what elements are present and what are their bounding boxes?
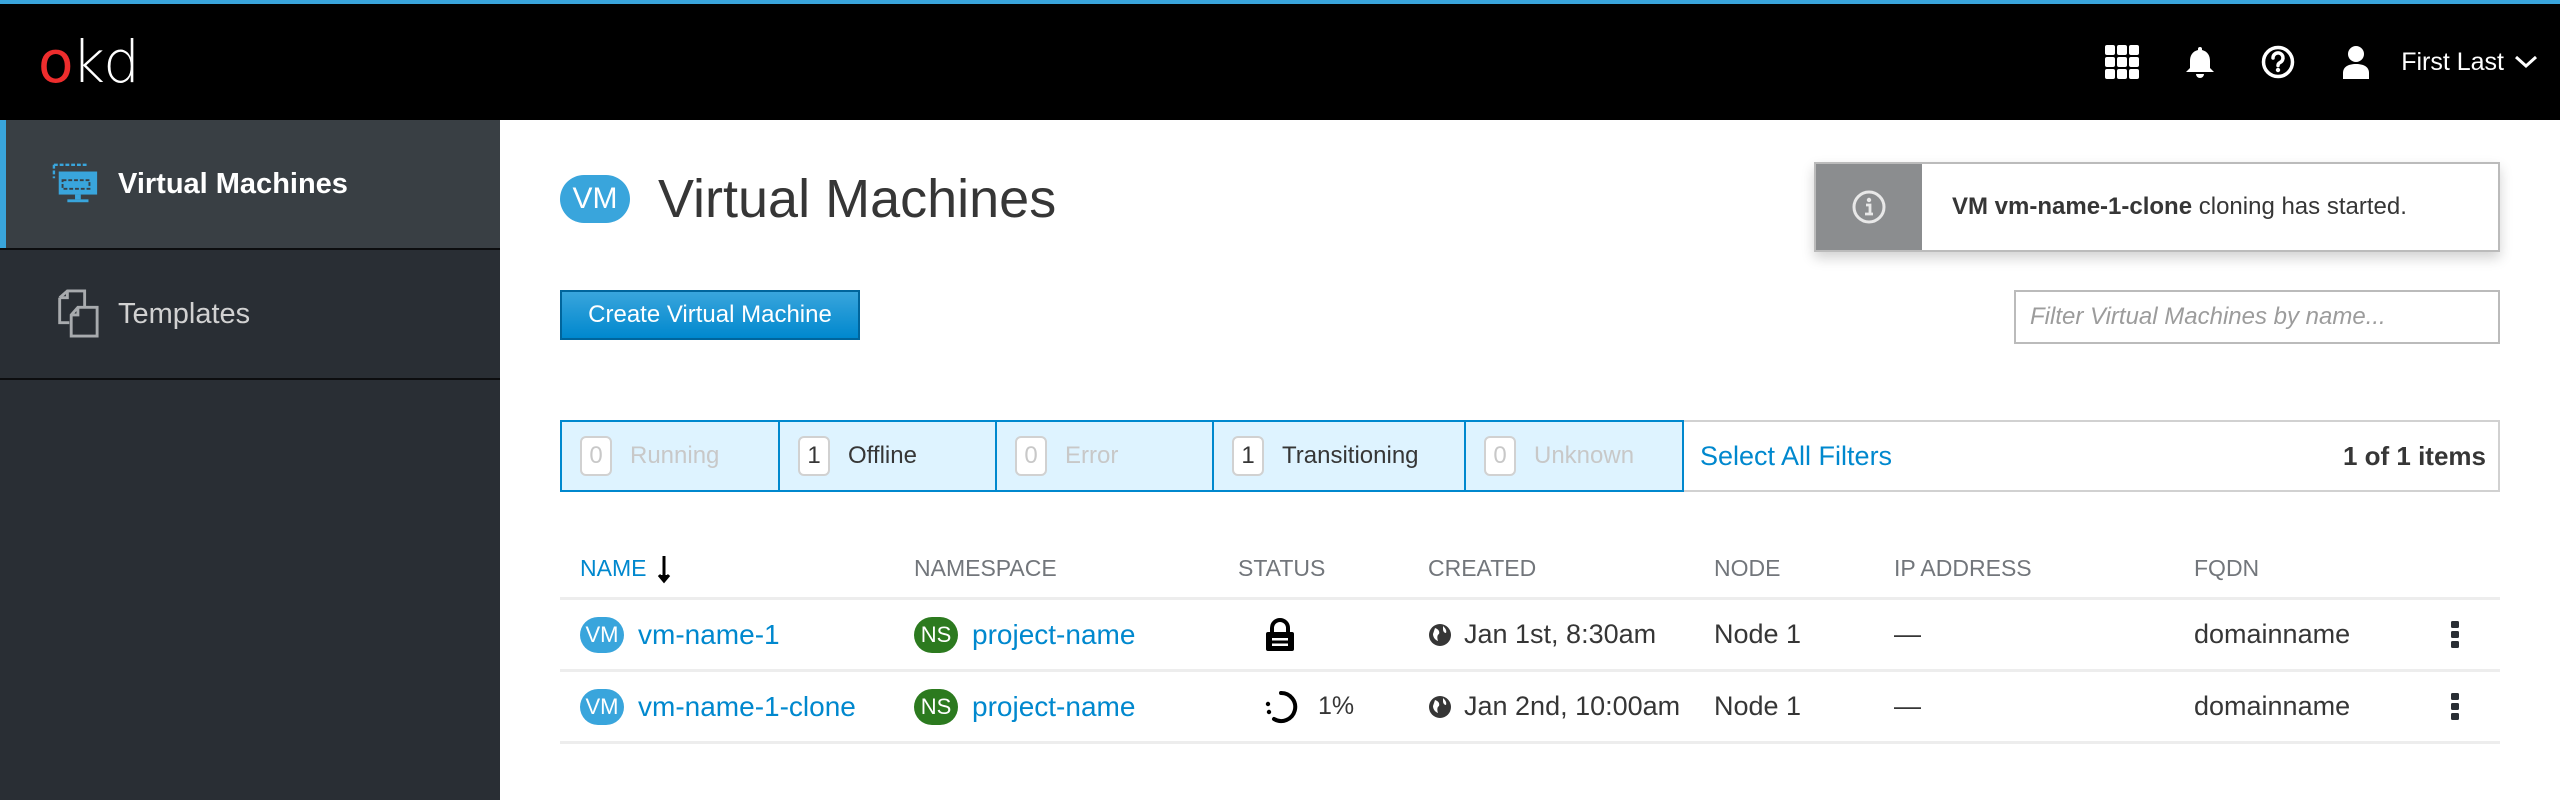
cell-name: VM vm-name-1 xyxy=(560,616,914,653)
table-header: NAME NAMESPACE STATUS CREATED NODE IP AD… xyxy=(560,540,2500,600)
column-header-namespace[interactable]: NAMESPACE xyxy=(914,555,1238,582)
cell-ip-address: — xyxy=(1894,691,1921,721)
filter-transitioning[interactable]: 1 Transitioning xyxy=(1212,420,1466,492)
page-header: VM Virtual Machines xyxy=(560,168,1056,230)
user-icon xyxy=(2343,46,2370,79)
ns-badge: NS xyxy=(914,616,958,653)
chevron-down-icon[interactable] xyxy=(2514,54,2538,70)
cell-node: Node 1 xyxy=(1714,691,1802,721)
cell-fqdn: domainname xyxy=(2194,691,2351,721)
sidebar-item-virtual-machines[interactable]: Virtual Machines xyxy=(0,120,500,250)
lock-icon xyxy=(1264,617,1296,652)
spinner-icon xyxy=(1264,690,1298,724)
logo-kd: kd xyxy=(71,28,140,96)
info-icon xyxy=(1852,190,1886,224)
sidebar-item-templates[interactable]: Templates xyxy=(0,250,500,380)
info-toast-notification: VM vm-name-1-clone cloning has started. xyxy=(1814,162,2500,252)
filter-count: 0 xyxy=(1484,436,1516,476)
namespace-link[interactable]: project-name xyxy=(972,619,1135,651)
column-header-ip-address[interactable]: IP ADDRESS xyxy=(1894,555,2194,582)
created-date: Jan 2nd, 10:00am xyxy=(1464,691,1681,721)
column-header-created[interactable]: CREATED xyxy=(1428,555,1714,582)
cell-created: Jan 1st, 8:30am xyxy=(1428,619,1714,650)
globe-icon xyxy=(1428,695,1452,719)
filter-unknown[interactable]: 0 Unknown xyxy=(1464,420,1684,492)
sidebar: Virtual Machines Templates xyxy=(0,120,500,800)
cell-status xyxy=(1238,617,1428,652)
vm-badge: VM xyxy=(580,688,624,725)
cell-fqdn: domainname xyxy=(2194,619,2351,649)
status-filter-bar: 0 Running 1 Offline 0 Error 1 Transition… xyxy=(560,420,2500,492)
app-launcher-icon xyxy=(2105,45,2140,79)
column-header-name[interactable]: NAME xyxy=(560,554,914,584)
create-virtual-machine-button[interactable]: Create Virtual Machine xyxy=(560,290,860,340)
kebab-menu-icon xyxy=(2451,692,2459,720)
logo-o: o xyxy=(38,28,73,96)
table-row: VM vm-name-1 NS project-name Jan 1st, 8:… xyxy=(560,600,2500,672)
toast-message-text: cloning has started. xyxy=(2192,193,2407,220)
vm-resource-badge: VM xyxy=(560,175,630,223)
user-menu-toggle[interactable]: First Last xyxy=(2401,48,2504,77)
column-header-fqdn[interactable]: FQDN xyxy=(2194,555,2410,582)
filter-count: 1 xyxy=(798,436,830,476)
created-date: Jan 1st, 8:30am xyxy=(1464,619,1657,649)
table-row: VM vm-name-1-clone NS project-name 1% Ja… xyxy=(560,672,2500,744)
okd-logo[interactable]: o kd xyxy=(38,28,140,96)
filter-label: Running xyxy=(630,442,720,469)
filter-offline[interactable]: 1 Offline xyxy=(778,420,997,492)
column-header-node[interactable]: NODE xyxy=(1714,555,1894,582)
ns-badge: NS xyxy=(914,688,958,725)
app-launcher-button[interactable] xyxy=(2083,4,2161,120)
sort-descending-icon xyxy=(658,555,671,583)
filter-label: Error xyxy=(1065,442,1119,469)
masthead: o kd First Last xyxy=(0,4,2560,120)
cell-name: VM vm-name-1-clone xyxy=(560,688,914,725)
cell-ip-address: — xyxy=(1894,619,1921,649)
namespace-link[interactable]: project-name xyxy=(972,691,1135,723)
toast-message-bold: VM vm-name-1-clone xyxy=(1952,193,2193,220)
globe-icon xyxy=(1428,623,1452,647)
cell-namespace: NS project-name xyxy=(914,688,1238,725)
utility-menu: First Last xyxy=(2083,4,2538,120)
toast-icon-panel xyxy=(1816,164,1922,250)
notifications-bell-icon xyxy=(2186,47,2215,78)
select-all-filters-link[interactable]: Select All Filters xyxy=(1684,422,1892,490)
row-actions-kebab[interactable] xyxy=(2410,692,2500,721)
page-title: Virtual Machines xyxy=(658,169,1057,229)
clone-progress-text: 1% xyxy=(1318,692,1355,720)
sidebar-item-label: Virtual Machines xyxy=(118,167,348,200)
virtual-machine-icon xyxy=(52,160,100,208)
vm-name-link[interactable]: vm-name-1 xyxy=(638,619,780,651)
help-button[interactable] xyxy=(2239,4,2317,120)
filter-running[interactable]: 0 Running xyxy=(560,420,780,492)
row-actions-kebab[interactable] xyxy=(2410,620,2500,649)
user-button[interactable] xyxy=(2317,4,2395,120)
vm-badge: VM xyxy=(580,616,624,653)
main-content: VM Virtual Machines VM vm-name-1-clone c… xyxy=(500,120,2560,800)
cell-created: Jan 2nd, 10:00am xyxy=(1428,691,1714,722)
filter-count: 0 xyxy=(580,436,612,476)
cell-status: 1% xyxy=(1238,690,1428,724)
cell-node: Node 1 xyxy=(1714,619,1802,649)
filter-count: 0 xyxy=(1015,436,1047,476)
cell-namespace: NS project-name xyxy=(914,616,1238,653)
kebab-menu-icon xyxy=(2451,620,2459,648)
filter-error[interactable]: 0 Error xyxy=(995,420,1214,492)
filter-count: 1 xyxy=(1232,436,1264,476)
filter-label: Transitioning xyxy=(1282,442,1419,469)
column-header-label: NAME xyxy=(580,555,647,581)
filter-by-name-input[interactable] xyxy=(2014,290,2500,344)
column-header-status[interactable]: STATUS xyxy=(1238,555,1428,582)
help-icon xyxy=(2261,45,2295,79)
toast-message: VM vm-name-1-clone cloning has started. xyxy=(1922,193,2407,221)
virtual-machines-table: NAME NAMESPACE STATUS CREATED NODE IP AD… xyxy=(560,540,2500,744)
templates-icon xyxy=(52,289,100,338)
item-count: 1 of 1 items xyxy=(2342,440,2486,471)
filter-label: Offline xyxy=(848,442,917,469)
vm-name-link[interactable]: vm-name-1-clone xyxy=(638,691,856,723)
notifications-button[interactable] xyxy=(2161,4,2239,120)
sidebar-item-label: Templates xyxy=(118,297,251,330)
filter-label: Unknown xyxy=(1534,442,1635,469)
